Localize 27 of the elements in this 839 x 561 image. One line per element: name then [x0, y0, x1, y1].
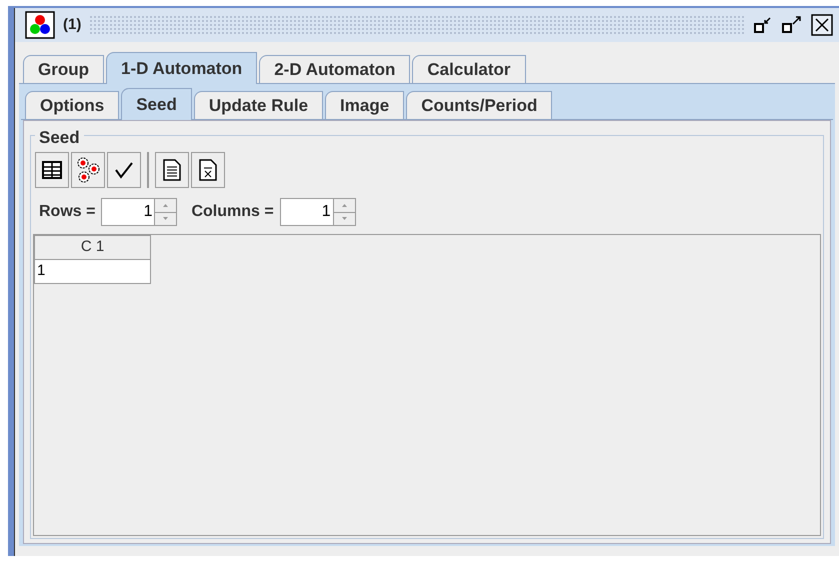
document-button[interactable] — [155, 152, 189, 188]
maximize-icon[interactable] — [781, 15, 803, 35]
column-header[interactable]: C 1 — [34, 236, 150, 260]
close-icon[interactable] — [811, 14, 833, 36]
random-button[interactable] — [71, 152, 105, 188]
table-cell: 1 — [34, 260, 150, 284]
main-tab[interactable]: 2-D Automaton — [259, 55, 410, 83]
sub-tab[interactable]: Seed — [121, 88, 192, 120]
formula-document-icon — [199, 159, 217, 181]
main-tab[interactable]: 1-D Automaton — [106, 52, 258, 84]
table-icon — [42, 161, 62, 179]
app-logo-icon — [25, 11, 55, 39]
check-button[interactable] — [107, 152, 141, 188]
columns-label: Columns = — [191, 202, 274, 222]
sub-tab[interactable]: Update Rule — [194, 91, 324, 119]
table-button[interactable] — [35, 152, 69, 188]
document-icon — [163, 159, 181, 181]
window-title: (1) — [63, 14, 82, 35]
formula-document-button[interactable] — [191, 152, 225, 188]
sub-tab[interactable]: Counts/Period — [406, 91, 552, 119]
main-tab[interactable]: Calculator — [412, 55, 526, 83]
sub-tab[interactable]: Image — [325, 91, 404, 119]
sub-tab[interactable]: Options — [25, 91, 120, 119]
main-tab[interactable]: Group — [23, 55, 104, 83]
minimize-icon[interactable] — [753, 15, 773, 35]
checkmark-icon — [114, 161, 134, 179]
rows-label: Rows = — [39, 202, 96, 222]
